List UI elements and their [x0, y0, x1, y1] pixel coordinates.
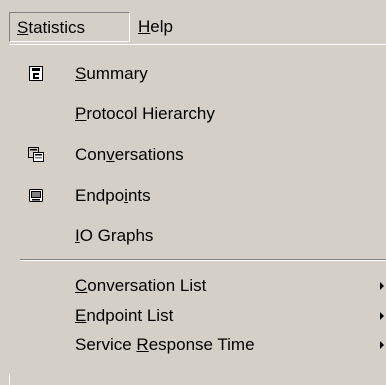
menu-item-conversations[interactable]: Conversations: [10, 136, 386, 174]
menu-item-endpoints-label: Endpoints: [75, 186, 151, 205]
submenu-arrow-icon: [380, 341, 384, 349]
menu-statistics[interactable]: Statistics: [9, 12, 130, 42]
menu-separator: [20, 259, 386, 261]
submenu-arrow-icon: [380, 312, 384, 320]
menu-item-summary-label: Summary: [75, 64, 148, 83]
menu-item-service-response-time[interactable]: Service Response Time: [10, 326, 386, 364]
statistics-dropdown-menu: Summary Protocol Hierarchy Conversations…: [1, 44, 386, 385]
menu-item-io-graphs[interactable]: IO Graphs: [10, 217, 386, 255]
menu-help[interactable]: Help: [131, 12, 201, 42]
menu-item-protocol-hierarchy-label: Protocol Hierarchy: [75, 104, 215, 123]
summary-icon: [29, 66, 43, 81]
conversations-icon: [28, 147, 44, 162]
menu-item-endpoints[interactable]: Endpoints: [10, 177, 386, 215]
menu-item-service-response-time-label: Service Response Time: [75, 335, 255, 354]
menu-item-conversations-label: Conversations: [75, 145, 184, 164]
menu-item-protocol-hierarchy[interactable]: Protocol Hierarchy: [10, 95, 386, 133]
menu-help-label: Help: [138, 17, 173, 36]
menu-bar: Statistics Help: [0, 0, 386, 48]
endpoints-icon: [29, 189, 43, 202]
menu-item-io-graphs-label: IO Graphs: [75, 226, 154, 245]
submenu-arrow-icon: [380, 282, 384, 290]
menu-item-summary[interactable]: Summary: [10, 55, 386, 93]
menu-statistics-label: Statistics: [17, 18, 86, 37]
